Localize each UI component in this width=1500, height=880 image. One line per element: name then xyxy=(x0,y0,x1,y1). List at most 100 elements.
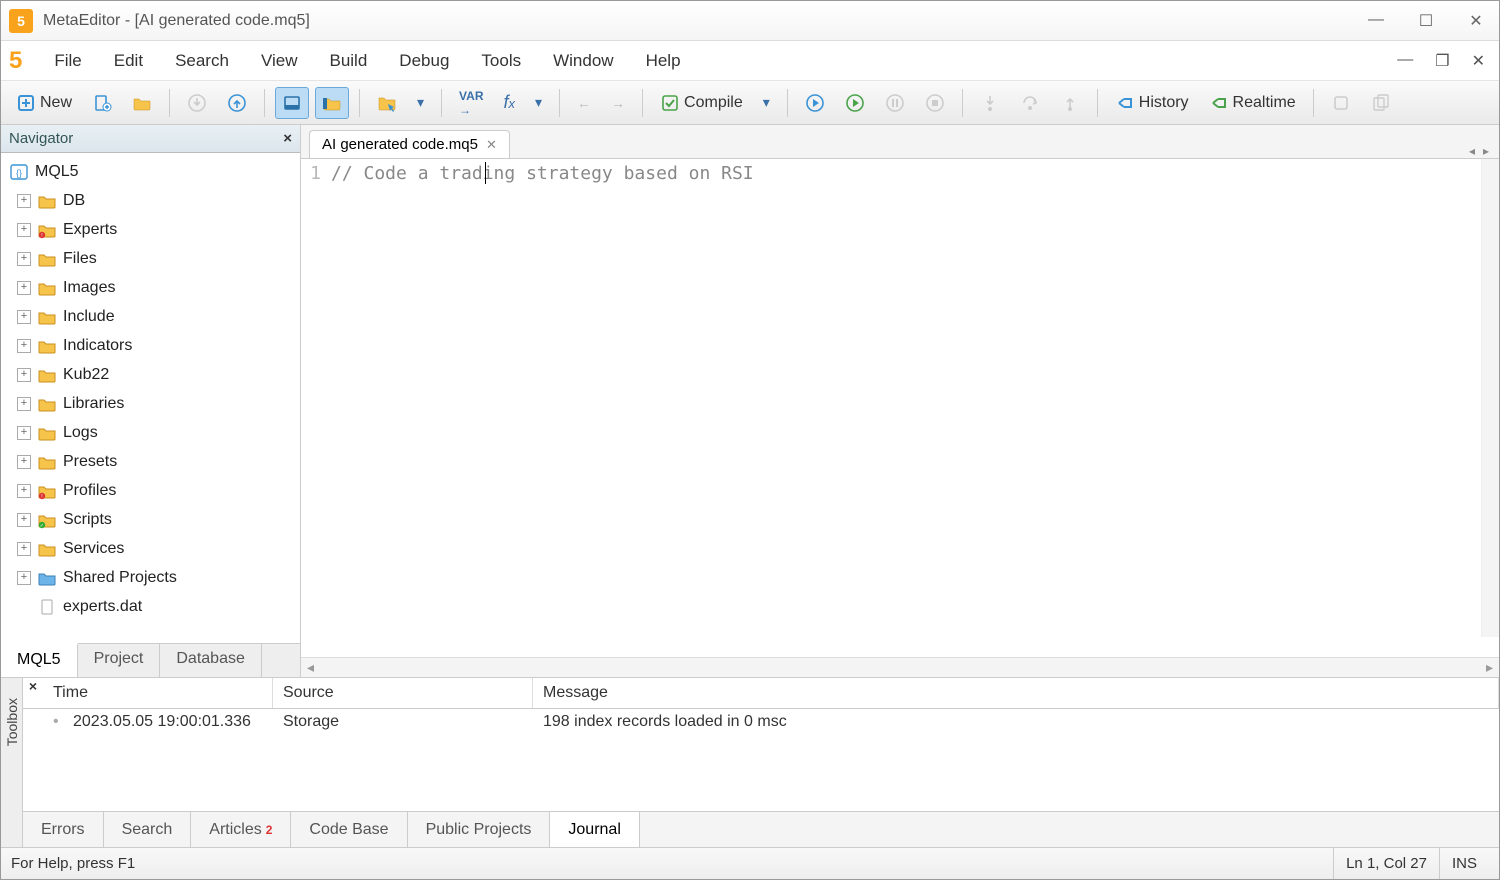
expander-icon[interactable]: + xyxy=(17,397,31,411)
expander-icon[interactable]: + xyxy=(17,310,31,324)
tree-item-services[interactable]: +Services xyxy=(1,534,300,563)
tree-item-files[interactable]: +Files xyxy=(1,244,300,273)
fx-button[interactable]: fx xyxy=(497,87,523,119)
mdi-minimize-button[interactable]: — xyxy=(1391,49,1419,73)
toolbox-tab-search[interactable]: Search xyxy=(104,812,192,847)
download-button[interactable] xyxy=(180,87,214,119)
expander-icon[interactable]: + xyxy=(17,339,31,353)
new-file-button[interactable] xyxy=(85,87,119,119)
row-bullet-icon: • xyxy=(43,709,63,735)
tree-item-experts[interactable]: +!Experts xyxy=(1,215,300,244)
menu-search[interactable]: Search xyxy=(159,45,245,77)
menu-window[interactable]: Window xyxy=(537,45,629,77)
menu-debug[interactable]: Debug xyxy=(383,45,465,77)
maximize-button[interactable]: ☐ xyxy=(1411,11,1441,31)
toolbox-tab-code-base[interactable]: Code Base xyxy=(291,812,407,847)
toolbox-close-icon[interactable]: × xyxy=(23,678,43,698)
compile-dropdown[interactable]: ▾ xyxy=(756,87,777,119)
forward-button[interactable]: → xyxy=(604,87,632,119)
tree-item-kub22[interactable]: +Kub22 xyxy=(1,360,300,389)
status-position: Ln 1, Col 27 xyxy=(1333,848,1439,879)
close-button[interactable]: ✕ xyxy=(1461,11,1491,31)
step-into-button[interactable] xyxy=(973,87,1007,119)
mdi-restore-button[interactable]: ❐ xyxy=(1429,49,1455,73)
tree-item-scripts[interactable]: +✓Scripts xyxy=(1,505,300,534)
expander-icon[interactable]: + xyxy=(17,484,31,498)
expander-icon xyxy=(17,600,31,614)
titlebar: 5 MetaEditor - [AI generated code.mq5] —… xyxy=(1,1,1499,41)
mdi-close-button[interactable]: ✕ xyxy=(1466,49,1491,73)
compile-button[interactable]: Compile xyxy=(653,87,750,119)
toolbox-panel: Toolbox × Time Source Message • 2023.05.… xyxy=(1,677,1499,847)
tree-root[interactable]: {} MQL5 xyxy=(1,157,300,186)
run-button[interactable] xyxy=(838,87,872,119)
tab-next-icon[interactable]: ▸ xyxy=(1483,144,1489,158)
menu-view[interactable]: View xyxy=(245,45,314,77)
expander-icon[interactable]: + xyxy=(17,571,31,585)
toolbox-tab-errors[interactable]: Errors xyxy=(23,812,104,847)
toolbox-tab-journal[interactable]: Journal xyxy=(550,811,639,847)
expander-icon[interactable]: + xyxy=(17,252,31,266)
folder-icon: ! xyxy=(37,482,57,500)
folder-cursor-button[interactable] xyxy=(370,87,404,119)
panel-toggle-2[interactable] xyxy=(315,87,349,119)
dropdown-2[interactable]: ▾ xyxy=(528,87,549,119)
folder-icon xyxy=(37,192,57,210)
code-editor[interactable]: 1 // Code a trading strategy based on RS… xyxy=(301,159,1499,657)
realtime-button[interactable]: Realtime xyxy=(1202,87,1303,119)
stop-button[interactable] xyxy=(918,87,952,119)
tree-item-libraries[interactable]: +Libraries xyxy=(1,389,300,418)
tree-item-profiles[interactable]: +!Profiles xyxy=(1,476,300,505)
expander-icon[interactable]: + xyxy=(17,281,31,295)
extra-button-2[interactable] xyxy=(1364,87,1398,119)
debug-start-button[interactable] xyxy=(798,87,832,119)
tree-item-presets[interactable]: +Presets xyxy=(1,447,300,476)
expander-icon[interactable]: + xyxy=(17,426,31,440)
toolbox-tab-articles[interactable]: Articles2 xyxy=(191,812,291,847)
back-button[interactable]: ← xyxy=(570,87,598,119)
extra-button-1[interactable] xyxy=(1324,87,1358,119)
var-button[interactable]: VAR→ xyxy=(452,87,490,119)
expander-icon[interactable]: + xyxy=(17,368,31,382)
upload-button[interactable] xyxy=(220,87,254,119)
toolbar: New ▾ VAR→ fx ▾ ← → Compile ▾ xyxy=(1,81,1499,125)
nav-tab-database[interactable]: Database xyxy=(160,644,262,677)
pause-button[interactable] xyxy=(878,87,912,119)
tree-item-indicators[interactable]: +Indicators xyxy=(1,331,300,360)
editor-tab[interactable]: AI generated code.mq5 ✕ xyxy=(309,130,510,158)
tree-item-logs[interactable]: +Logs xyxy=(1,418,300,447)
tree-item-images[interactable]: +Images xyxy=(1,273,300,302)
toolbox-tab-public-projects[interactable]: Public Projects xyxy=(408,812,551,847)
step-over-button[interactable] xyxy=(1013,87,1047,119)
menu-build[interactable]: Build xyxy=(313,45,383,77)
expander-icon[interactable]: + xyxy=(17,513,31,527)
history-button[interactable]: History xyxy=(1108,87,1196,119)
navigator-tree[interactable]: {} MQL5 +DB+!Experts+Files+Images+Includ… xyxy=(1,153,300,643)
horizontal-scrollbar[interactable]: ◂▸ xyxy=(301,657,1499,677)
dropdown-1[interactable]: ▾ xyxy=(410,87,431,119)
tab-close-icon[interactable]: ✕ xyxy=(486,137,497,153)
nav-tab-project[interactable]: Project xyxy=(78,644,161,677)
expander-icon[interactable]: + xyxy=(17,455,31,469)
expander-icon[interactable]: + xyxy=(17,542,31,556)
tree-item-shared-projects[interactable]: +Shared Projects xyxy=(1,563,300,592)
nav-tab-mql5[interactable]: MQL5 xyxy=(1,643,78,677)
menu-help[interactable]: Help xyxy=(630,45,697,77)
toolbox-row[interactable]: • 2023.05.05 19:00:01.336 Storage 198 in… xyxy=(23,709,1499,735)
vertical-scrollbar[interactable] xyxy=(1481,159,1499,637)
menu-edit[interactable]: Edit xyxy=(98,45,159,77)
tree-item-experts.dat[interactable]: experts.dat xyxy=(1,592,300,621)
expander-icon[interactable]: + xyxy=(17,194,31,208)
tree-item-include[interactable]: +Include xyxy=(1,302,300,331)
tab-prev-icon[interactable]: ◂ xyxy=(1469,144,1475,158)
expander-icon[interactable]: + xyxy=(17,223,31,237)
step-out-button[interactable] xyxy=(1053,87,1087,119)
new-button[interactable]: New xyxy=(9,87,79,119)
menu-tools[interactable]: Tools xyxy=(465,45,537,77)
menu-file[interactable]: File xyxy=(38,45,97,77)
tree-item-db[interactable]: +DB xyxy=(1,186,300,215)
panel-toggle-1[interactable] xyxy=(275,87,309,119)
open-button[interactable] xyxy=(125,87,159,119)
minimize-button[interactable]: — xyxy=(1361,11,1391,31)
navigator-close-icon[interactable]: × xyxy=(283,130,292,147)
